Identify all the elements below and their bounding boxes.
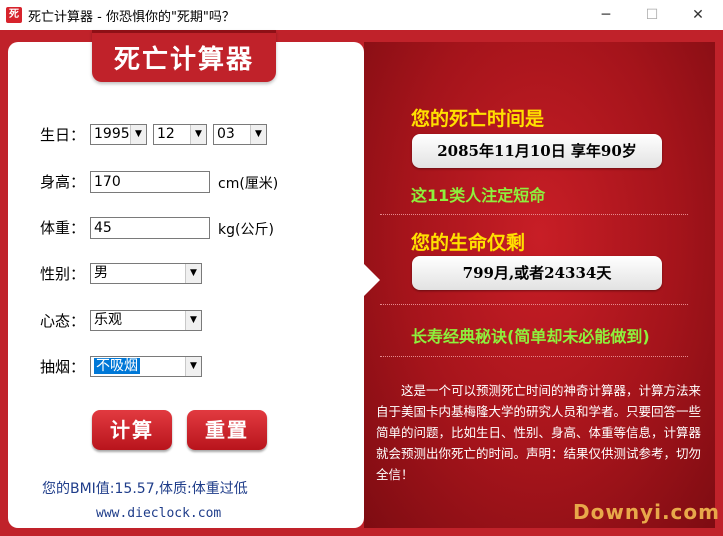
close-button[interactable]: ✕ (675, 0, 721, 30)
minimize-button[interactable]: ─ (583, 0, 629, 30)
divider (380, 214, 688, 215)
bmi-result: 您的BMI值:15.57,体质:体重过低 (42, 481, 248, 497)
chevron-down-icon: ▼ (185, 311, 201, 330)
chevron-down-icon: ▼ (130, 125, 146, 144)
birth-day-value: 03 (217, 126, 235, 142)
remaining-heading: 您的生命仅剩 (411, 232, 526, 254)
height-unit: cm(厘米) (218, 176, 279, 192)
divider (380, 356, 688, 357)
longevity-link[interactable]: 长寿经典秘诀(简单却未必能做到) (411, 323, 650, 347)
logo-text: 死亡计算器 (113, 45, 254, 75)
mood-select[interactable]: 乐观 ▼ (90, 310, 202, 331)
mood-value: 乐观 (94, 312, 122, 328)
window-title: 死亡计算器 - 你恐惧你的"死期"吗？ (28, 10, 235, 25)
reset-button[interactable]: 重置 (187, 410, 267, 450)
death-time-heading: 您的死亡时间是 (411, 108, 545, 130)
birth-year-select[interactable]: 1995 ▼ (90, 124, 147, 145)
title-bar: 死 死亡计算器 - 你恐惧你的"死期"吗？ ─ ☐ ✕ (0, 0, 723, 30)
weight-unit: kg(公斤) (218, 222, 274, 238)
birth-month-select[interactable]: 12 ▼ (153, 124, 207, 145)
calculate-button[interactable]: 计算 (92, 410, 172, 450)
birth-month-value: 12 (157, 126, 175, 142)
mood-label: 心态： (40, 312, 86, 330)
remaining-value: 799月,或者24334天 (412, 256, 662, 290)
birth-year-value: 1995 (94, 126, 130, 142)
smoking-value: 不吸烟 (94, 358, 140, 374)
weight-label: 体重： (40, 219, 86, 237)
logo-banner: 死亡计算器 (92, 30, 276, 82)
short-life-link[interactable]: 这11类人注定短命 (411, 182, 545, 206)
panel-arrow (364, 264, 380, 296)
chevron-down-icon: ▼ (250, 125, 266, 144)
chevron-down-icon: ▼ (185, 357, 201, 376)
height-label: 身高： (40, 173, 86, 191)
description-text: 这是一个可以预测死亡时间的神奇计算器，计算方法来自于美国卡内基梅隆大学的研究人员… (376, 383, 702, 482)
chevron-down-icon: ▼ (190, 125, 206, 144)
weight-input[interactable]: 45 (90, 217, 210, 239)
gender-label: 性别： (40, 265, 86, 283)
birthday-label: 生日： (40, 126, 86, 144)
birth-day-select[interactable]: 03 ▼ (213, 124, 267, 145)
maximize-button[interactable]: ☐ (629, 0, 675, 30)
height-input[interactable]: 170 (90, 171, 210, 193)
smoking-select[interactable]: 不吸烟 ▼ (90, 356, 202, 377)
website-link[interactable]: www.dieclock.com (96, 506, 221, 521)
divider (380, 304, 688, 305)
death-time-value: 2085年11月10日 享年90岁 (412, 134, 662, 168)
gender-value: 男 (94, 265, 108, 281)
smoking-label: 抽烟： (40, 358, 86, 376)
gender-select[interactable]: 男 ▼ (90, 263, 202, 284)
app-icon: 死 (6, 7, 22, 23)
watermark: Downyi.com (573, 500, 720, 524)
input-panel (8, 42, 364, 528)
chevron-down-icon: ▼ (185, 264, 201, 283)
